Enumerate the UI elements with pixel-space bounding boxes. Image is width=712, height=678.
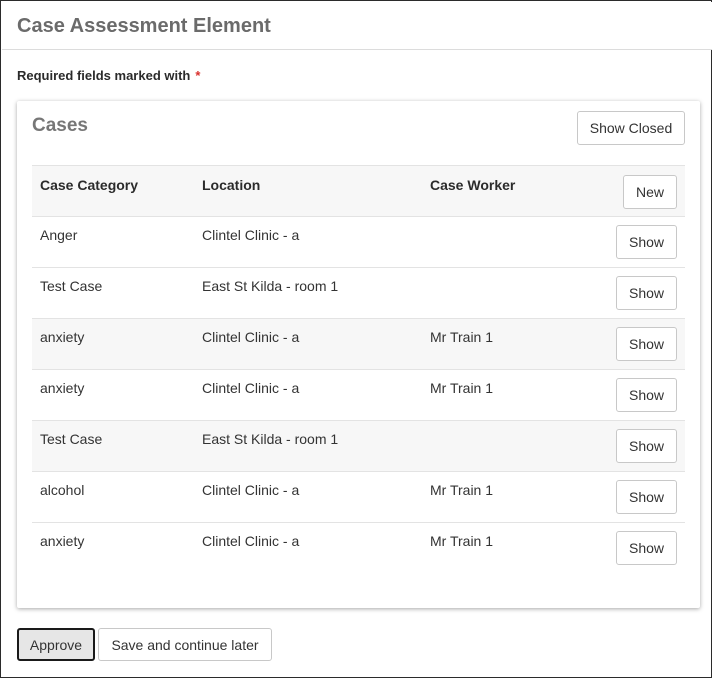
table-row: Test Case East St Kilda - room 1 Show bbox=[32, 268, 685, 319]
show-case-button[interactable]: Show bbox=[616, 429, 677, 463]
cell-location: Clintel Clinic - a bbox=[202, 533, 300, 549]
cell-case-category: Anger bbox=[40, 227, 78, 243]
table-row: anxiety Clintel Clinic - a Mr Train 1 Sh… bbox=[32, 523, 685, 574]
cell-case-category: Test Case bbox=[40, 431, 103, 447]
cell-case-category: anxiety bbox=[40, 533, 85, 549]
column-header-case-worker: Case Worker bbox=[430, 177, 516, 193]
cases-panel: Cases Show Closed Case Category Location… bbox=[17, 101, 700, 608]
cell-case-worker: Mr Train 1 bbox=[430, 482, 494, 498]
show-case-button[interactable]: Show bbox=[616, 480, 677, 514]
cell-case-category: anxiety bbox=[40, 329, 85, 345]
table-row: anxiety Clintel Clinic - a Mr Train 1 Sh… bbox=[32, 370, 685, 421]
cell-location: Clintel Clinic - a bbox=[202, 329, 300, 345]
show-closed-button[interactable]: Show Closed bbox=[577, 111, 685, 145]
table-row: Anger Clintel Clinic - a Show bbox=[32, 217, 685, 268]
window-frame: Case Assessment Element Required fields … bbox=[0, 0, 712, 678]
column-header-case-category: Case Category bbox=[40, 177, 139, 193]
cell-location: Clintel Clinic - a bbox=[202, 482, 300, 498]
show-case-button[interactable]: Show bbox=[616, 276, 677, 310]
cell-location: Clintel Clinic - a bbox=[202, 227, 300, 243]
table-row: alcohol Clintel Clinic - a Mr Train 1 Sh… bbox=[32, 472, 685, 523]
cell-case-category: anxiety bbox=[40, 380, 85, 396]
cell-case-category: Test Case bbox=[40, 278, 103, 294]
panel-title: Cases bbox=[32, 115, 88, 136]
table-row: anxiety Clintel Clinic - a Mr Train 1 Sh… bbox=[32, 319, 685, 370]
required-marker: * bbox=[195, 68, 201, 83]
required-fields-note: Required fields marked with * bbox=[17, 68, 200, 83]
column-header-location: Location bbox=[202, 177, 261, 193]
cell-case-category: alcohol bbox=[40, 482, 85, 498]
cell-location: East St Kilda - room 1 bbox=[202, 278, 339, 294]
cases-table: Case Category Location Case Worker New A… bbox=[32, 165, 685, 574]
required-note-text: Required fields marked with bbox=[17, 68, 191, 83]
page-title: Case Assessment Element bbox=[17, 15, 271, 37]
cell-case-worker: Mr Train 1 bbox=[430, 533, 494, 549]
show-case-button[interactable]: Show bbox=[616, 225, 677, 259]
cell-case-worker: Mr Train 1 bbox=[430, 380, 494, 396]
new-case-button[interactable]: New bbox=[623, 175, 677, 209]
show-case-button[interactable]: Show bbox=[616, 531, 677, 565]
show-case-button[interactable]: Show bbox=[616, 327, 677, 361]
cell-location: Clintel Clinic - a bbox=[202, 380, 300, 396]
show-case-button[interactable]: Show bbox=[616, 378, 677, 412]
approve-button[interactable]: Approve bbox=[17, 628, 95, 661]
table-row: Test Case East St Kilda - room 1 Show bbox=[32, 421, 685, 472]
page-header: Case Assessment Element bbox=[2, 2, 712, 50]
table-header: Case Category Location Case Worker New bbox=[32, 165, 685, 217]
save-and-continue-later-button[interactable]: Save and continue later bbox=[98, 628, 272, 661]
cell-location: East St Kilda - room 1 bbox=[202, 431, 339, 447]
cell-case-worker: Mr Train 1 bbox=[430, 329, 494, 345]
